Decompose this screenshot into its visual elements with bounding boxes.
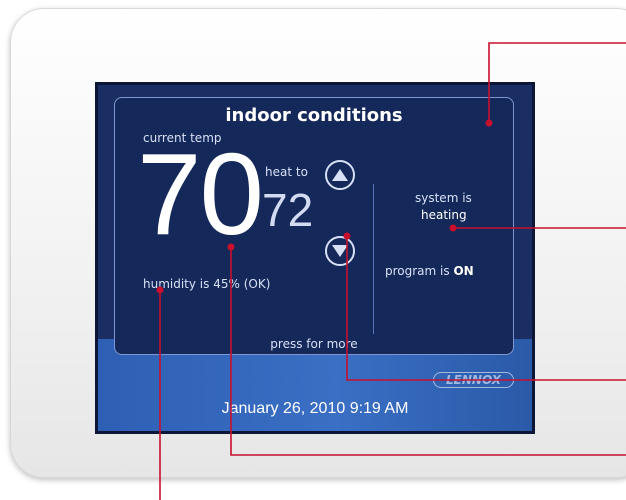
temp-up-button[interactable] — [325, 160, 355, 190]
triangle-up-icon — [332, 169, 348, 181]
brand-logo: LENNOX — [433, 372, 514, 388]
program-value: ON — [453, 264, 474, 278]
temp-down-button[interactable] — [325, 236, 355, 266]
triangle-down-icon — [332, 245, 348, 257]
panel-title: indoor conditions — [225, 105, 403, 126]
program-status: program is ON — [385, 264, 474, 278]
date-time: January 26, 2010 9:19 AM — [221, 400, 409, 417]
press-for-more-button[interactable]: press for more — [115, 337, 513, 351]
indoor-conditions-panel[interactable]: indoor conditions current temp 70 heat t… — [114, 97, 514, 355]
setpoint-temperature: 72 — [262, 184, 314, 236]
panel-divider — [373, 184, 374, 334]
current-temperature: 70 — [137, 129, 264, 259]
humidity-readout: humidity is 45% (OK) — [143, 277, 271, 291]
thermostat-screen: indoor conditions current temp 70 heat t… — [95, 82, 535, 434]
system-status-value: heating — [421, 208, 467, 222]
system-status-label: system is — [415, 191, 472, 205]
heat-to-label: heat to — [265, 165, 308, 179]
program-label: program is — [385, 264, 450, 278]
